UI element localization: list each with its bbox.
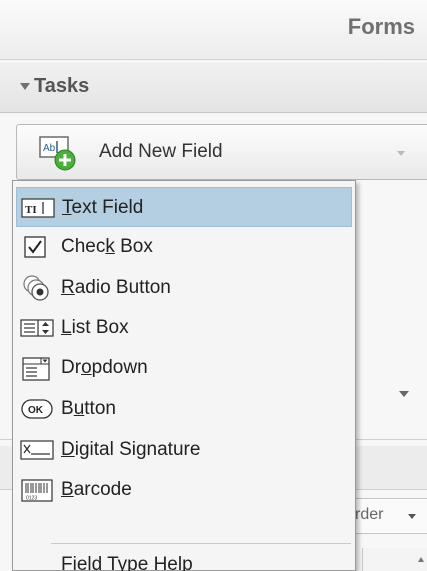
menu-item-label: Button: [61, 398, 116, 419]
add-new-field-label: Add New Field: [99, 141, 223, 162]
tasks-section-header[interactable]: Tasks: [0, 61, 427, 113]
menu-item-label: Barcode: [61, 479, 132, 500]
tab-order-label: rder: [355, 506, 384, 523]
add-field-dropdown-menu: TI Text Field Check Box Radio Button Lis…: [12, 180, 356, 571]
menu-item-radio-button[interactable]: Radio Button: [16, 268, 352, 308]
button-icon: OK: [21, 399, 53, 419]
digital-signature-icon: [20, 440, 54, 460]
forms-panel-header[interactable]: Forms: [0, 0, 427, 60]
svg-text:0123: 0123: [26, 496, 37, 502]
tab-order-dropdown[interactable]: rder: [352, 498, 427, 534]
menu-item-text-field[interactable]: TI Text Field: [16, 187, 352, 227]
menu-item-label: Text Field: [62, 197, 144, 218]
menu-separator: [51, 543, 351, 544]
add-field-icon: Ab: [39, 136, 76, 171]
menu-item-check-box[interactable]: Check Box: [16, 227, 352, 267]
tasks-section-title: Tasks: [34, 75, 90, 97]
forms-panel-title: Forms: [347, 14, 415, 39]
chevron-down-icon: [397, 151, 405, 156]
menu-item-dropdown[interactable]: Dropdown: [16, 348, 352, 388]
menu-item-label: Check Box: [61, 236, 153, 257]
chevron-down-icon: [408, 514, 416, 519]
text-field-icon: TI: [21, 198, 55, 218]
menu-item-label: Digital Signature: [61, 439, 201, 460]
svg-text:Ab: Ab: [43, 143, 56, 154]
collapse-triangle-icon[interactable]: [20, 83, 30, 90]
barcode-icon: 0123: [21, 479, 53, 502]
dropdown-icon: [22, 357, 50, 381]
menu-item-label: List Box: [61, 317, 129, 338]
menu-item-digital-signature[interactable]: Digital Signature: [16, 430, 352, 470]
menu-item-label: Dropdown: [61, 357, 148, 378]
radio-button-icon: [23, 275, 49, 301]
menu-item-field-type-help[interactable]: Field Type Help: [16, 549, 352, 571]
add-new-field-button[interactable]: Ab Add New Field: [16, 124, 427, 180]
scrollbar[interactable]: [362, 548, 427, 571]
menu-item-button[interactable]: OK Button: [16, 389, 352, 429]
svg-text:TI: TI: [25, 204, 37, 216]
chevron-down-icon[interactable]: [399, 391, 409, 397]
menu-item-barcode[interactable]: 0123 Barcode: [16, 470, 352, 510]
scroll-up-arrow-icon[interactable]: [418, 557, 424, 562]
check-box-icon: [24, 236, 46, 258]
svg-text:OK: OK: [28, 405, 44, 416]
list-box-icon: [20, 319, 54, 337]
menu-item-label: Field Type Help: [61, 554, 193, 571]
menu-item-list-box[interactable]: List Box: [16, 308, 352, 348]
menu-item-label: Radio Button: [61, 277, 171, 298]
